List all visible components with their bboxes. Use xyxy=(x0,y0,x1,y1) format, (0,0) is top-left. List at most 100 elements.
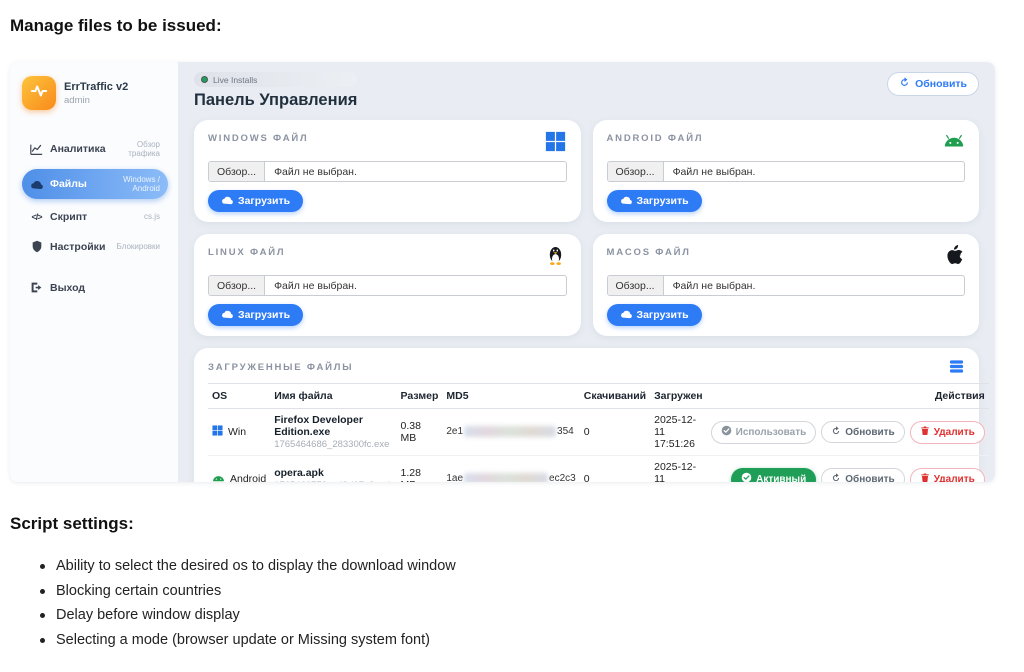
live-badge-label: Live Installs xyxy=(213,75,257,85)
apple-logo-icon xyxy=(943,244,965,266)
file-size: 1.28 MB xyxy=(397,456,443,483)
delete-label: Удалить xyxy=(934,427,975,438)
browse-button[interactable]: Обзор... xyxy=(209,162,265,181)
sidebar-item-script[interactable]: </> Скрипт cs.js xyxy=(22,204,168,229)
md5-redacted-blur xyxy=(464,426,556,437)
md5-value: 1aeec2c3 xyxy=(442,456,579,483)
update-button[interactable]: Обновить xyxy=(821,468,904,482)
upload-button[interactable]: Загрузить xyxy=(607,304,702,326)
check-circle-icon xyxy=(721,425,732,439)
logout-icon xyxy=(30,281,43,294)
sidebar-item-settings[interactable]: Настройки Блокировки xyxy=(22,234,168,259)
delete-button[interactable]: Удалить xyxy=(910,468,985,483)
shield-icon xyxy=(30,240,43,253)
delete-label: Удалить xyxy=(934,474,975,483)
file-size: 0.38 MB xyxy=(397,409,443,456)
trash-icon xyxy=(920,425,930,439)
refresh-icon xyxy=(899,77,910,91)
active-label: Активный xyxy=(756,474,806,483)
windows-os-icon xyxy=(212,425,223,439)
delete-button[interactable]: Удалить xyxy=(910,421,985,444)
pulse-icon xyxy=(30,82,48,105)
browse-button[interactable]: Обзор... xyxy=(608,276,664,295)
file-input[interactable]: Обзор... Файл не выбран. xyxy=(208,161,567,182)
card-title: MACOS ФАЙЛ xyxy=(607,244,691,258)
upload-card-linux: LINUX ФАЙЛ Обзор... Файл не выбран. Загр… xyxy=(194,234,581,336)
upload-card-macos: MACOS ФАЙЛ Обзор... Файл не выбран. Загр… xyxy=(593,234,980,336)
refresh-icon xyxy=(831,473,841,483)
upload-button[interactable]: Загрузить xyxy=(208,304,303,326)
android-logo-icon xyxy=(943,130,965,152)
browse-button[interactable]: Обзор... xyxy=(209,276,265,295)
use-button[interactable]: Использовать xyxy=(711,421,817,444)
update-label: Обновить xyxy=(845,427,894,438)
col-downloads: Скачиваний xyxy=(580,384,650,409)
list-item: Blocking certain countries xyxy=(10,579,456,604)
no-file-label: Файл не выбран. xyxy=(664,280,765,292)
download-count: 0 xyxy=(580,409,650,456)
col-size: Размер xyxy=(397,384,443,409)
main-content: Live Installs Панель Управления Обновить… xyxy=(178,62,995,482)
sidebar-item-hint: cs.js xyxy=(144,212,160,221)
md5-value: 2e1354 xyxy=(442,409,579,456)
browse-button[interactable]: Обзор... xyxy=(608,162,664,181)
os-label: Android xyxy=(230,473,266,482)
upload-card-windows: WINDOWS ФАЙЛ Обзор... Файл не выбран. За… xyxy=(194,120,581,222)
col-md5: MD5 xyxy=(442,384,579,409)
chart-icon xyxy=(30,143,43,156)
linux-tux-icon xyxy=(545,244,567,266)
sidebar-item-logout[interactable]: Выход xyxy=(22,275,168,300)
refresh-icon xyxy=(831,426,841,439)
panel-title: Панель Управления xyxy=(194,91,357,110)
list-item: Ability to select the desired os to disp… xyxy=(10,554,456,579)
sidebar-item-label: Настройки xyxy=(50,241,105,253)
upload-button[interactable]: Загрузить xyxy=(208,190,303,212)
upload-card-android: ANDROID ФАЙЛ Обзор... Файл не выбран. За… xyxy=(593,120,980,222)
brand-name: ErrTraffic v2 xyxy=(64,81,128,93)
sidebar-item-analytics[interactable]: Аналитика Обзор трафика xyxy=(22,134,168,164)
os-label: Win xyxy=(228,426,246,438)
doc-heading-files: Manage files to be issued: xyxy=(10,16,222,36)
file-input[interactable]: Обзор... Файл не выбран. xyxy=(607,161,966,182)
file-input[interactable]: Обзор... Файл не выбран. xyxy=(208,275,567,296)
file-input[interactable]: Обзор... Файл не выбран. xyxy=(607,275,966,296)
live-installs-badge: Live Installs xyxy=(194,72,357,87)
uploaded-date: 2025-12-11 16:45:52 xyxy=(650,456,707,483)
uploaded-date: 2025-12-11 17:51:26 xyxy=(650,409,707,456)
download-count: 0 xyxy=(580,456,650,483)
col-uploaded: Загружен xyxy=(650,384,707,409)
refresh-button[interactable]: Обновить xyxy=(887,72,979,96)
card-title: WINDOWS ФАЙЛ xyxy=(208,130,309,144)
card-title: ANDROID ФАЙЛ xyxy=(607,130,704,144)
card-title: LINUX ФАЙЛ xyxy=(208,244,285,258)
uploaded-files-table: OS Имя файла Размер MD5 Скачиваний Загру… xyxy=(208,383,989,482)
windows-logo-icon xyxy=(545,130,567,152)
sidebar-item-label: Выход xyxy=(50,282,85,294)
md5-redacted-blur xyxy=(464,473,548,482)
upload-label: Загрузить xyxy=(238,195,290,207)
refresh-label: Обновить xyxy=(915,78,967,90)
sidebar-item-files[interactable]: Файлы Windows / Android xyxy=(22,169,168,199)
admin-panel-screenshot: ErrTraffic v2 admin Аналитика Обзор траф… xyxy=(10,62,995,482)
code-icon: </> xyxy=(30,210,43,223)
upload-label: Загрузить xyxy=(637,309,689,321)
brand-logo xyxy=(22,76,56,110)
col-actions: Действия xyxy=(707,384,989,409)
update-label: Обновить xyxy=(845,474,894,483)
update-button[interactable]: Обновить xyxy=(821,421,904,443)
upload-button[interactable]: Загрузить xyxy=(607,190,702,212)
sidebar-item-label: Аналитика xyxy=(50,143,106,155)
no-file-label: Файл не выбран. xyxy=(664,166,765,178)
main-header: Live Installs Панель Управления Обновить xyxy=(194,72,979,110)
sidebar-item-label: Файлы xyxy=(50,178,87,190)
trash-icon xyxy=(920,472,930,482)
list-item: Selecting a mode (browser update or Miss… xyxy=(10,628,456,653)
active-status-button[interactable]: Активный xyxy=(731,468,816,483)
doc-heading-script: Script settings: xyxy=(10,514,134,534)
file-name: Firefox Developer Edition.exe xyxy=(274,414,392,438)
database-icon xyxy=(949,359,965,375)
list-item: Delay before window display xyxy=(10,603,456,628)
sidebar-item-hint: Блокировки xyxy=(117,242,160,251)
table-row: Android opera.apk1765460752_e49d07e9.apk… xyxy=(208,456,989,483)
file-name: opera.apk xyxy=(274,467,392,479)
